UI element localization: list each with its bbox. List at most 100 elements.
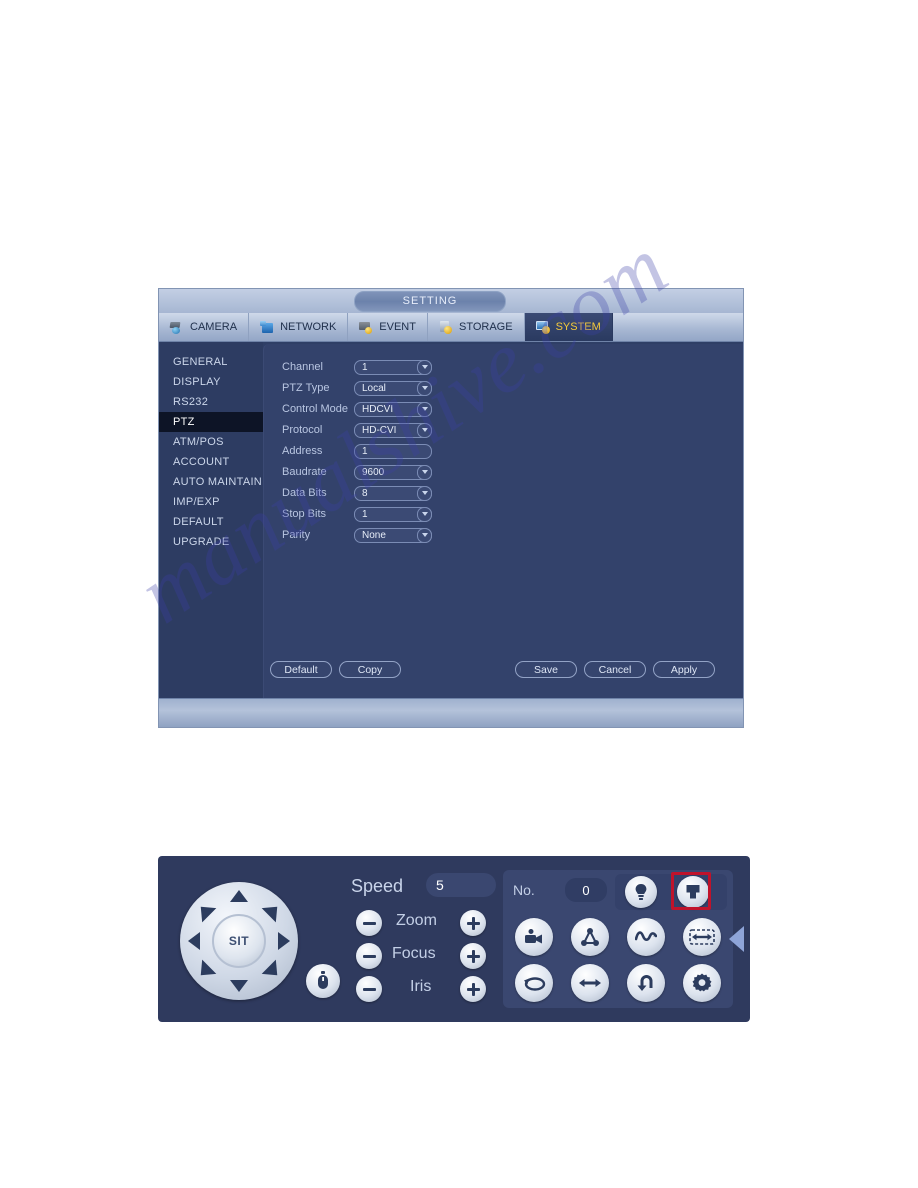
speed-value-field[interactable]: 5	[426, 873, 496, 897]
select-data-bits[interactable]: 8	[354, 485, 432, 501]
value-data-bits: 8	[362, 487, 368, 499]
tab-network[interactable]: NETWORK	[249, 313, 349, 341]
event-icon	[359, 320, 374, 334]
tab-network-label: NETWORK	[280, 321, 337, 333]
focus-plus-button[interactable]	[460, 943, 486, 969]
sidebar-item-auto-maintain[interactable]: AUTO MAINTAIN	[159, 472, 263, 492]
tab-storage[interactable]: STORAGE	[428, 313, 525, 341]
arrow-up-icon[interactable]	[230, 890, 248, 902]
iris-minus-button[interactable]	[356, 976, 382, 1002]
ptz-direction-pad[interactable]: SIT	[180, 882, 298, 1000]
focus-label: Focus	[392, 945, 436, 962]
field-row-baudrate: Baudrate 9600	[282, 463, 432, 481]
label-baudrate: Baudrate	[282, 466, 327, 478]
sidebar-item-general[interactable]: GENERAL	[159, 352, 263, 372]
copy-button[interactable]: Copy	[339, 661, 401, 678]
wiper-glyph	[686, 884, 700, 898]
value-protocol: HD-CVI	[362, 424, 397, 436]
arrow-down-right-icon[interactable]	[261, 959, 285, 983]
label-control-mode: Control Mode	[282, 403, 349, 415]
tab-event[interactable]: EVENT	[348, 313, 428, 341]
sidebar-item-imp-exp[interactable]: IMP/EXP	[159, 492, 263, 512]
tour-icon[interactable]	[571, 918, 609, 956]
zoom-minus-button[interactable]	[356, 910, 382, 936]
chevron-down-icon[interactable]	[417, 527, 432, 543]
value-ptz-type: Local	[362, 382, 386, 394]
label-address: Address	[282, 445, 323, 457]
preset-camera-icon[interactable]	[515, 918, 553, 956]
light-bulb-icon[interactable]	[625, 876, 657, 908]
field-row-control-mode: Control Mode HDCVI	[282, 400, 432, 418]
field-row-data-bits: Data Bits 8	[282, 484, 432, 502]
sidebar-item-ptz[interactable]: PTZ	[159, 412, 263, 432]
rotate-icon[interactable]	[515, 964, 553, 1002]
content-panel: Channel 1 PTZ Type Local Control Mode HD…	[263, 344, 743, 702]
ptz-control-panel: SIT Speed 5 Zoom Focus Iris No. 0	[158, 856, 750, 1022]
zoom-label: Zoom	[396, 912, 437, 929]
window-titlebar: SETTING	[159, 289, 743, 313]
value-baudrate: 9600	[362, 466, 385, 478]
rotate-glyph	[524, 977, 546, 991]
auto-pan-glyph	[579, 979, 601, 987]
arrow-up-right-icon[interactable]	[261, 899, 285, 923]
tab-camera[interactable]: CAMERA	[159, 313, 250, 341]
select-channel[interactable]: 1	[354, 359, 432, 375]
preset-number-field[interactable]: 0	[565, 878, 607, 902]
sidebar-item-upgrade[interactable]: UPGRADE	[159, 532, 263, 552]
apply-button[interactable]: Apply	[653, 661, 715, 678]
default-button[interactable]: Default	[270, 661, 332, 678]
arrow-up-left-icon[interactable]	[193, 899, 217, 923]
auto-scan-icon[interactable]	[683, 918, 721, 956]
reset-icon[interactable]	[627, 964, 665, 1002]
select-protocol[interactable]: HD-CVI	[354, 422, 432, 438]
tab-camera-label: CAMERA	[190, 321, 238, 333]
chevron-down-icon[interactable]	[417, 506, 432, 522]
chevron-down-icon[interactable]	[417, 380, 432, 396]
gear-glyph	[692, 973, 712, 992]
sidebar-item-display[interactable]: DISPLAY	[159, 372, 263, 392]
chevron-down-icon[interactable]	[417, 401, 432, 417]
arrow-down-left-icon[interactable]	[193, 959, 217, 983]
arrow-down-icon[interactable]	[230, 980, 248, 992]
focus-minus-button[interactable]	[356, 943, 382, 969]
pattern-glyph	[635, 931, 657, 942]
label-stop-bits: Stop Bits	[282, 508, 327, 520]
settings-gear-icon[interactable]	[683, 964, 721, 1002]
arrow-left-icon[interactable]	[188, 932, 200, 950]
select-stop-bits[interactable]: 1	[354, 506, 432, 522]
window-footer	[159, 698, 743, 727]
mouse-icon[interactable]	[306, 964, 340, 998]
address-input[interactable]: 1	[354, 443, 432, 459]
sidebar-item-rs232[interactable]: RS232	[159, 392, 263, 412]
save-button[interactable]: Save	[515, 661, 577, 678]
sidebar-item-account[interactable]: ACCOUNT	[159, 452, 263, 472]
arrow-right-icon[interactable]	[278, 932, 290, 950]
light-bulb-glyph	[635, 884, 647, 900]
select-baudrate[interactable]: 9600	[354, 464, 432, 480]
sidebar-item-default[interactable]: DEFAULT	[159, 512, 263, 532]
collapse-left-arrow-icon[interactable]	[729, 926, 744, 952]
tab-bar: CAMERA NETWORK EVENT STORAGE SYSTEM	[159, 313, 743, 342]
sidebar-item-atm-pos[interactable]: ATM/POS	[159, 432, 263, 452]
cancel-button[interactable]: Cancel	[584, 661, 646, 678]
select-ptz-type[interactable]: Local	[354, 380, 432, 396]
tab-system[interactable]: SYSTEM	[524, 313, 613, 341]
tab-storage-label: STORAGE	[458, 321, 513, 333]
network-icon	[260, 320, 275, 334]
chevron-down-icon[interactable]	[417, 485, 432, 501]
auto-pan-icon[interactable]	[571, 964, 609, 1002]
chevron-down-icon[interactable]	[417, 464, 432, 480]
ptz-center-button[interactable]: SIT	[212, 914, 266, 968]
select-control-mode[interactable]: HDCVI	[354, 401, 432, 417]
zoom-plus-button[interactable]	[460, 910, 486, 936]
iris-label: Iris	[410, 978, 432, 995]
iris-plus-button[interactable]	[460, 976, 486, 1002]
ptz-function-group: No. 0	[503, 870, 733, 1008]
select-parity[interactable]: None	[354, 527, 432, 543]
chevron-down-icon[interactable]	[417, 422, 432, 438]
storage-icon	[439, 320, 454, 334]
value-address: 1	[362, 445, 368, 457]
wiper-icon[interactable]	[677, 876, 709, 908]
chevron-down-icon[interactable]	[417, 359, 432, 375]
pattern-icon[interactable]	[627, 918, 665, 956]
